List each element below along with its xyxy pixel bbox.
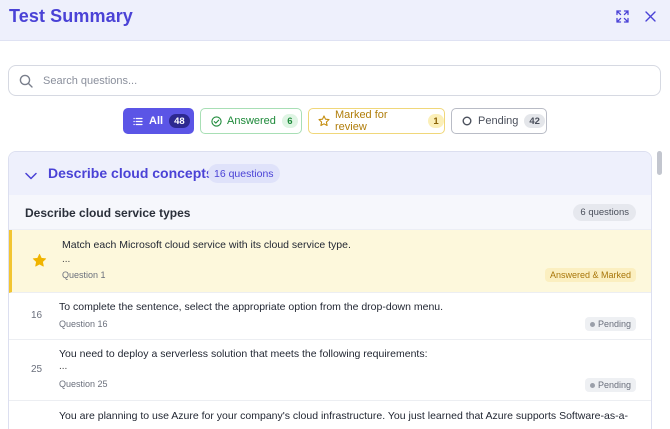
- question-label: Question 1: [62, 270, 106, 280]
- close-icon[interactable]: [641, 7, 659, 25]
- filter-answered-button[interactable]: Answered 6: [200, 108, 302, 134]
- filter-all-button[interactable]: All 48: [123, 108, 194, 134]
- question-preview: ...: [62, 254, 71, 265]
- filter-marked-button[interactable]: Marked for review 1: [308, 108, 445, 134]
- scrollbar[interactable]: [657, 151, 662, 429]
- status-label: Pending: [597, 319, 631, 329]
- question-row-1[interactable]: Match each Microsoft cloud service with …: [9, 230, 651, 293]
- search-icon: [19, 74, 33, 93]
- question-preview: ...: [59, 361, 68, 372]
- circle-outline-icon: [461, 115, 473, 127]
- status-dot: [589, 382, 595, 388]
- search-box: [8, 65, 661, 96]
- status-badge: Pending: [584, 378, 636, 392]
- filter-marked-count: 1: [428, 114, 444, 128]
- question-row-16[interactable]: 16 To complete the sentence, select the …: [9, 293, 651, 340]
- question-label: Question 25: [59, 379, 108, 389]
- question-row-25[interactable]: 25 You need to deploy a serverless solut…: [9, 340, 651, 401]
- filter-all-label: All: [149, 115, 164, 127]
- question-label: Question 16: [59, 319, 108, 329]
- star-outline-icon: [318, 115, 330, 127]
- filter-marked-label: Marked for review: [335, 109, 388, 133]
- filter-bar: All 48 Answered 6 Marked for review 1 Pe…: [0, 108, 670, 134]
- question-text: To complete the sentence, select the app…: [59, 301, 444, 313]
- status-dot: [589, 321, 595, 327]
- dialog-header: Test Summary: [0, 0, 670, 41]
- star-filled-icon: [32, 253, 47, 273]
- question-number: 16: [31, 310, 43, 321]
- section-header[interactable]: Describe cloud concepts 16 questions: [9, 152, 651, 195]
- status-label: Pending: [597, 380, 631, 390]
- section-title: Describe cloud concepts: [48, 165, 214, 181]
- questions-panel: Describe cloud concepts 16 questions Des…: [8, 151, 652, 429]
- question-text: You need to deploy a serverless solution…: [59, 348, 428, 360]
- status-badge: Answered & Marked: [544, 268, 636, 282]
- filter-pending-label: Pending: [478, 115, 519, 127]
- list-icon: [132, 115, 144, 127]
- question-text: You are planning to use Azure for your c…: [59, 410, 628, 422]
- question-number: 25: [31, 364, 43, 375]
- filter-pending-button[interactable]: Pending 42: [451, 108, 547, 134]
- filter-pending-count: 42: [524, 114, 545, 128]
- status-badge: Pending: [584, 317, 636, 331]
- search-input[interactable]: [43, 73, 643, 89]
- chevron-down-icon[interactable]: [25, 167, 37, 185]
- filter-answered-label: Answered: [227, 115, 276, 127]
- dialog-title: Test Summary: [9, 6, 133, 26]
- question-text: Match each Microsoft cloud service with …: [62, 239, 351, 251]
- expand-icon[interactable]: [613, 7, 631, 25]
- subsection-count-badge: 6 questions: [573, 204, 636, 221]
- subsection-title: Describe cloud service types: [25, 206, 191, 220]
- filter-answered-count: 6: [281, 114, 298, 128]
- section-count-badge: 16 questions: [208, 164, 280, 183]
- subsection-header: Describe cloud service types 6 questions: [9, 195, 651, 230]
- check-circle-icon: [210, 115, 222, 127]
- question-row-partial[interactable]: You are planning to use Azure for your c…: [9, 401, 651, 429]
- filter-all-count: 48: [169, 114, 190, 128]
- scrollbar-thumb[interactable]: [657, 151, 662, 175]
